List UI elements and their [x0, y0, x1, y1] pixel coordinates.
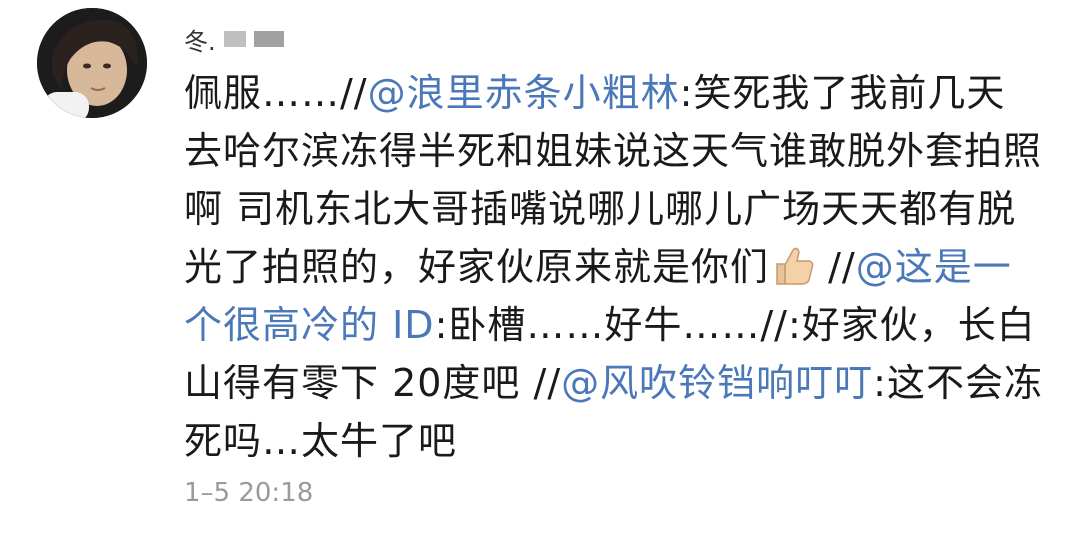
avatar[interactable] [37, 8, 147, 118]
redacted-mosaic [223, 31, 246, 47]
mention-link[interactable]: @浪里赤条小粗林 [368, 71, 680, 115]
comment-card: 冬. 佩服……//@浪里赤条小粗林:笑死我了我前几天去哈尔滨冻得半死和姐妹说这天… [0, 0, 1080, 547]
mention-link[interactable]: @风吹铃铛响叮叮 [561, 361, 873, 405]
username[interactable]: 冬. [184, 24, 284, 56]
avatar-image [37, 8, 147, 118]
text-segment: 佩服……// [184, 71, 368, 115]
thumbs-up-icon [769, 244, 815, 285]
text-segment: // [815, 245, 856, 289]
username-text: 冬. [184, 27, 216, 56]
comment-text: 佩服……//@浪里赤条小粗林:笑死我了我前几天去哈尔滨冻得半死和姐妹说这天气谁敢… [184, 64, 1044, 470]
timestamp: 1–5 20:18 [184, 478, 314, 508]
redacted-mosaic [253, 31, 284, 47]
